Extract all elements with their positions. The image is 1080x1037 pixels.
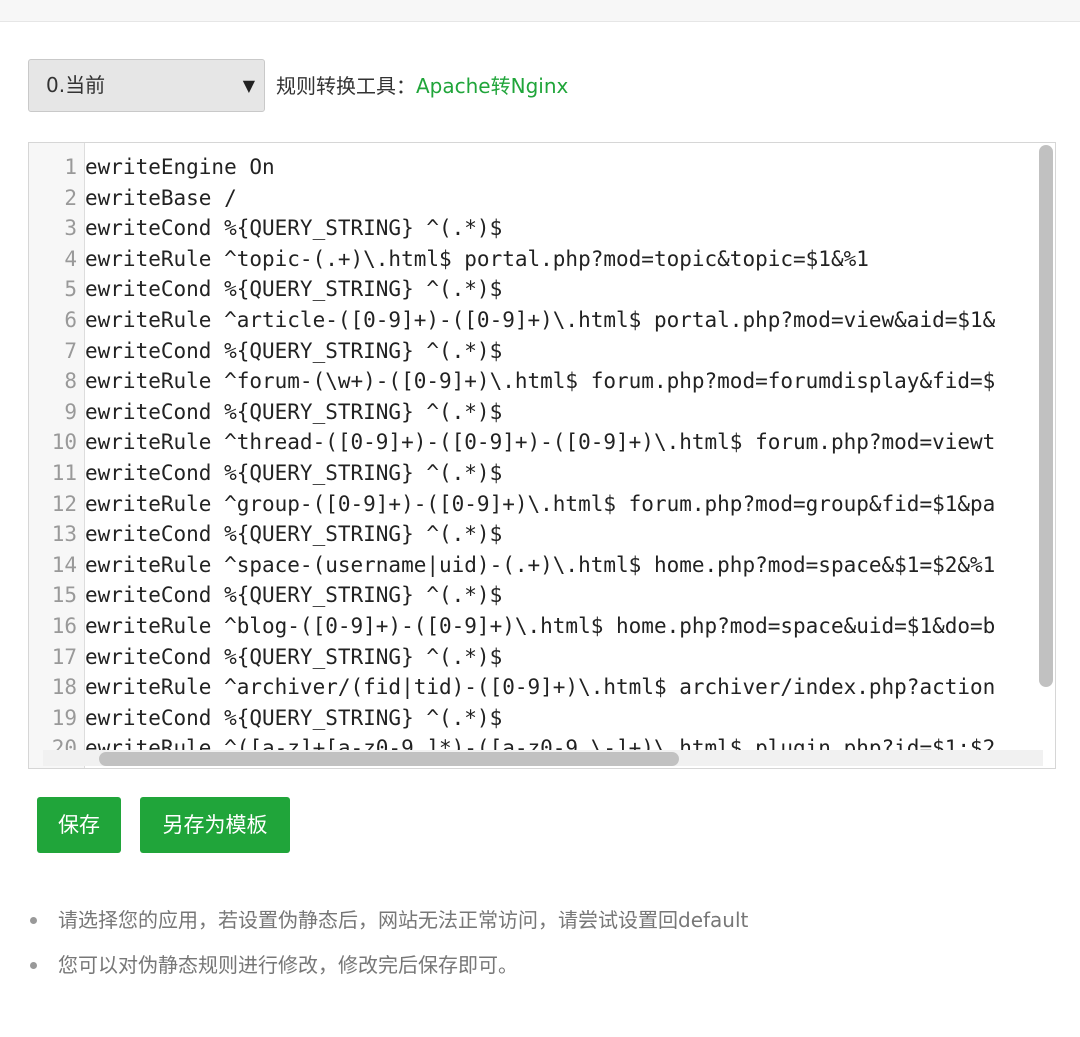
tips-list: 请选择您的应用，若设置伪静态后，网站无法正常访问，请尝试设置回default 您… (30, 898, 1050, 988)
code-line[interactable]: 2 ewriteBase / (29, 183, 1039, 214)
code-text[interactable]: ewriteCond %{QUERY_STRING} ^(.*)$ (85, 580, 502, 611)
code-text[interactable]: ewriteCond %{QUERY_STRING} ^(.*)$ (85, 458, 502, 489)
line-number: 15 (51, 583, 77, 608)
line-number: 8 (64, 369, 77, 394)
save-as-template-button[interactable]: 另存为模板 (140, 797, 290, 853)
line-number: 10 (51, 430, 77, 455)
code-text[interactable]: ewriteCond %{QUERY_STRING} ^(.*)$ (85, 397, 502, 428)
line-number: 19 (51, 705, 77, 730)
bullet-icon (30, 962, 37, 969)
code-line[interactable]: 13 ewriteCond %{QUERY_STRING} ^(.*)$ (29, 519, 1039, 550)
code-line[interactable]: 14 ewriteRule ^space-(username|uid)-(.+)\… (29, 550, 1039, 581)
tip-text: 您可以对伪静态规则进行修改，修改完后保存即可。 (58, 953, 518, 977)
code-text[interactable]: ewriteRule ^thread-([0-9]+)-([0-9]+)-([0… (85, 427, 995, 458)
code-text[interactable]: ewriteRule ^group-([0-9]+)-([0-9]+)\.htm… (85, 489, 995, 520)
save-button[interactable]: 保存 (37, 797, 121, 853)
code-line[interactable]: 5 ewriteCond %{QUERY_STRING} ^(.*)$ (29, 274, 1039, 305)
code-text[interactable]: ewriteRule ^space-(username|uid)-(.+)\.h… (85, 550, 995, 581)
code-line[interactable]: 4 ewriteRule ^topic-(.+)\.html$ portal.ph… (29, 244, 1039, 275)
code-text[interactable]: ewriteCond %{QUERY_STRING} ^(.*)$ (85, 642, 502, 673)
code-line[interactable]: 16 ewriteRule ^blog-([0-9]+)-([0-9]+)\.ht… (29, 611, 1039, 642)
rule-converter-tool: 规则转换工具：Apache转Nginx (276, 73, 568, 99)
top-bar (0, 0, 1080, 22)
code-line[interactable]: 15 ewriteCond %{QUERY_STRING} ^(.*)$ (29, 580, 1039, 611)
line-number: 18 (51, 675, 77, 700)
code-line[interactable]: 12 ewriteRule ^group-([0-9]+)-([0-9]+)\.h… (29, 489, 1039, 520)
tip-item: 请选择您的应用，若设置伪静态后，网站无法正常访问，请尝试设置回default (30, 898, 1050, 943)
line-number: 11 (51, 460, 77, 485)
code-text[interactable]: ewriteRule ^archiver/(fid|tid)-([0-9]+)\… (85, 672, 995, 703)
code-text[interactable]: ewriteCond %{QUERY_STRING} ^(.*)$ (85, 703, 502, 734)
version-select[interactable]: 0.当前 ▼ (28, 59, 265, 112)
line-number: 9 (64, 399, 77, 424)
code-text[interactable]: ewriteCond %{QUERY_STRING} ^(.*)$ (85, 519, 502, 550)
code-line[interactable]: 9 ewriteCond %{QUERY_STRING} ^(.*)$ (29, 397, 1039, 428)
tip-item: 您可以对伪静态规则进行修改，修改完后保存即可。 (30, 943, 1050, 988)
bullet-icon (30, 917, 37, 924)
code-text[interactable]: ewriteCond %{QUERY_STRING} ^(.*)$ (85, 336, 502, 367)
line-number: 14 (51, 552, 77, 577)
code-line[interactable]: 18 ewriteRule ^archiver/(fid|tid)-([0-9]+… (29, 672, 1039, 703)
code-text[interactable]: ewriteRule ^article-([0-9]+)-([0-9]+)\.h… (85, 305, 995, 336)
code-text[interactable]: ewriteEngine On (85, 152, 275, 183)
code-line[interactable]: 1 ewriteEngine On (29, 152, 1039, 183)
line-number: 16 (51, 613, 77, 638)
code-lines[interactable]: 1 ewriteEngine On 2 ewriteBase / 3 ewriteCond… (29, 152, 1039, 752)
line-number: 6 (64, 307, 77, 332)
chevron-down-icon: ▼ (242, 76, 255, 95)
code-line[interactable]: 19 ewriteCond %{QUERY_STRING} ^(.*)$ (29, 703, 1039, 734)
code-line[interactable]: 3 ewriteCond %{QUERY_STRING} ^(.*)$ (29, 213, 1039, 244)
code-text[interactable]: ewriteBase / (85, 183, 237, 214)
code-text[interactable]: ewriteRule ^topic-(.+)\.html$ portal.php… (85, 244, 869, 275)
line-number: 13 (51, 522, 77, 547)
apache-to-nginx-link[interactable]: Apache转Nginx (416, 74, 568, 98)
line-number: 12 (51, 491, 77, 516)
code-line[interactable]: 7 ewriteCond %{QUERY_STRING} ^(.*)$ (29, 336, 1039, 367)
line-number: 2 (64, 185, 77, 210)
line-number: 3 (64, 216, 77, 241)
code-text[interactable]: ewriteCond %{QUERY_STRING} ^(.*)$ (85, 213, 502, 244)
code-line[interactable]: 8 ewriteRule ^forum-(\w+)-([0-9]+)\.html$… (29, 366, 1039, 397)
line-number: 1 (64, 155, 77, 179)
code-line[interactable]: 11 ewriteCond %{QUERY_STRING} ^(.*)$ (29, 458, 1039, 489)
line-number: 17 (51, 644, 77, 669)
code-line[interactable]: 10 ewriteRule ^thread-([0-9]+)-([0-9]+)-(… (29, 427, 1039, 458)
code-line[interactable]: 6 ewriteRule ^article-([0-9]+)-([0-9]+)\.… (29, 305, 1039, 336)
code-text[interactable]: ewriteCond %{QUERY_STRING} ^(.*)$ (85, 274, 502, 305)
tip-text: 请选择您的应用，若设置伪静态后，网站无法正常访问，请尝试设置回default (58, 908, 749, 932)
line-number: 5 (64, 277, 77, 302)
horizontal-scrollbar[interactable] (99, 752, 679, 766)
rewrite-rules-editor[interactable]: 1 ewriteEngine On 2 ewriteBase / 3 ewriteCond… (28, 142, 1056, 769)
code-line[interactable]: 17 ewriteCond %{QUERY_STRING} ^(.*)$ (29, 642, 1039, 673)
vertical-scrollbar[interactable] (1039, 145, 1053, 687)
rule-converter-label: 规则转换工具： (276, 74, 416, 98)
code-text[interactable]: ewriteRule ^forum-(\w+)-([0-9]+)\.html$ … (85, 366, 995, 397)
version-select-value: 0.当前 (46, 73, 106, 97)
line-number: 4 (64, 246, 77, 271)
code-text[interactable]: ewriteRule ^blog-([0-9]+)-([0-9]+)\.html… (85, 611, 995, 642)
line-number: 7 (64, 338, 77, 363)
